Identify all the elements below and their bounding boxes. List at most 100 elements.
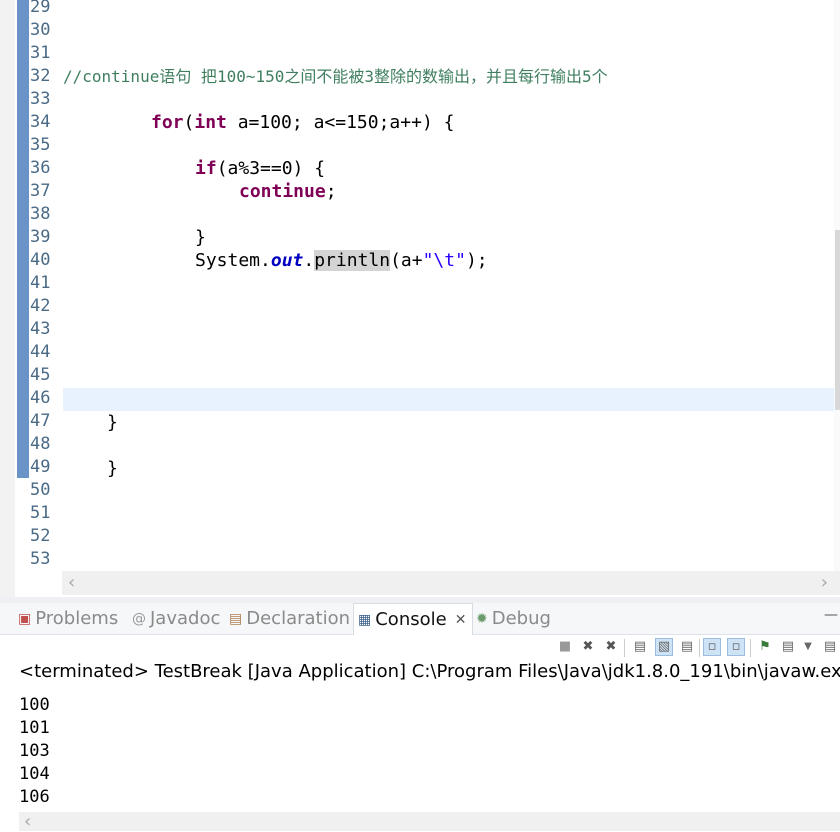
line-number: 40: [30, 250, 51, 270]
code-line-close-method: }: [107, 412, 118, 433]
code-token: (a%3==0) {: [216, 158, 326, 179]
keyword-for: for: [151, 112, 184, 133]
tab-console[interactable]: ▦ Console ✕: [353, 603, 474, 635]
line-number: 34: [30, 112, 51, 132]
code-token: (a+: [390, 250, 423, 271]
line-number: 32: [30, 66, 51, 86]
static-field-out: out: [270, 250, 304, 271]
line-number: 51: [30, 503, 51, 523]
declaration-icon: ▤: [229, 610, 243, 627]
line-number: 33: [30, 89, 51, 109]
clear-console-icon[interactable]: ▤: [632, 639, 648, 655]
console-output-line: 100: [19, 695, 50, 715]
line-number: 48: [30, 434, 51, 454]
code-token: .: [303, 250, 315, 271]
remove-all-terminated-icon[interactable]: ✖: [603, 639, 619, 655]
word-wrap-icon[interactable]: ▤: [679, 639, 695, 655]
code-line-continue: continue;: [239, 180, 337, 203]
keyword-if: if: [195, 158, 217, 179]
scrollbar-thumb[interactable]: [835, 230, 840, 410]
scroll-right-arrow-icon[interactable]: ›: [821, 572, 828, 593]
debug-icon: ✹: [476, 610, 488, 627]
code-token: ;: [325, 181, 337, 202]
line-number: 29: [30, 0, 51, 17]
code-token: (: [183, 112, 195, 133]
editor-horizontal-scrollbar[interactable]: ‹ ›: [62, 571, 840, 595]
code-token: );: [465, 250, 488, 271]
remove-launch-icon[interactable]: ✖: [580, 639, 596, 655]
view-tab-bar: ▣ Problems @ Javadoc ▤ Declaration ▦ Console…: [0, 603, 840, 635]
show-on-stdout-icon[interactable]: ▫: [703, 638, 721, 656]
keyword-continue: continue: [239, 181, 326, 202]
console-output-line: 104: [19, 764, 50, 784]
toolbar-separator: [624, 639, 625, 657]
line-number: 36: [30, 158, 51, 178]
console-toolbar: ■ ✖ ✖ ▤ ▧ ▤ ▫ ▫ ⚑ ▤ ▼ ▤: [0, 635, 840, 660]
problems-icon: ▣: [18, 610, 32, 627]
code-editor[interactable]: 29 30 31 32 33 34 35 36 37 38 39 40 41 4…: [0, 0, 840, 597]
line-number: 47: [30, 411, 51, 431]
view-menu-icon[interactable]: —: [824, 607, 838, 623]
console-output[interactable]: """""""""""""" 100 101 103 104 106: [19, 684, 840, 812]
open-console-icon[interactable]: ▤: [822, 639, 838, 655]
tab-label: Debug: [491, 608, 551, 629]
show-on-stderr-icon[interactable]: ▫: [727, 638, 745, 656]
line-number: 41: [30, 273, 51, 293]
line-number: 49: [30, 457, 51, 477]
close-icon[interactable]: ✕: [455, 612, 467, 628]
code-line-close-if: }: [195, 227, 206, 248]
code-token: System.: [195, 250, 271, 271]
line-number: 46: [30, 388, 51, 408]
tab-label: Javadoc: [150, 608, 221, 629]
console-output-line: 103: [19, 741, 50, 761]
toolbar-separator: [699, 639, 700, 657]
line-number: 52: [30, 526, 51, 546]
console-output-line: 106: [19, 787, 50, 807]
console-process-label: <terminated> TestBreak [Java Application…: [19, 661, 840, 682]
string-literal: "\t": [422, 250, 466, 271]
tab-declaration[interactable]: ▤ Declaration: [229, 603, 350, 634]
toolbar-separator: [750, 639, 751, 657]
editor-vertical-scrollbar[interactable]: [834, 0, 840, 575]
scroll-left-arrow-icon[interactable]: ‹: [68, 572, 75, 593]
line-number: 39: [30, 227, 51, 247]
line-number: 50: [30, 480, 51, 500]
code-line-println: System.out.println(a+"\t");: [195, 249, 488, 272]
line-number: 43: [30, 319, 51, 339]
keyword-int: int: [194, 112, 227, 133]
line-number: 53: [30, 549, 51, 569]
tab-debug[interactable]: ✹ Debug: [476, 603, 551, 634]
display-console-icon[interactable]: ▤: [780, 639, 796, 655]
javadoc-icon: @: [132, 610, 146, 627]
tab-label: Declaration: [246, 608, 351, 629]
terminate-icon[interactable]: ■: [557, 639, 573, 655]
console-horizontal-scrollbar[interactable]: ‹: [19, 811, 840, 832]
code-text-area[interactable]: //continue语句 把100~150之间不能被3整除的数输出，并且每行输出…: [63, 0, 840, 575]
chevron-down-icon[interactable]: ▼: [800, 639, 816, 655]
occurrence-highlight-println: println: [314, 250, 391, 271]
code-comment: //continue语句 把100~150之间不能被3整除的数输出，并且每行输出…: [63, 67, 608, 86]
scroll-lock-icon[interactable]: ▧: [655, 638, 673, 656]
scroll-left-arrow-icon[interactable]: ‹: [24, 811, 31, 832]
pin-console-icon[interactable]: ⚑: [757, 639, 773, 655]
line-number: 38: [30, 204, 51, 224]
code-line-if: if(a%3==0) {: [195, 157, 325, 180]
line-number: 45: [30, 365, 51, 385]
code-line-for: for(int a=100; a<=150;a++) {: [151, 111, 454, 134]
line-number: 42: [30, 296, 51, 316]
line-number: 37: [30, 181, 51, 201]
tab-problems[interactable]: ▣ Problems: [18, 603, 118, 634]
tab-label: Console: [375, 609, 447, 630]
line-number-gutter[interactable]: 29 30 31 32 33 34 35 36 37 38 39 40 41 4…: [28, 0, 62, 575]
editor-left-ruler: [0, 0, 15, 597]
line-number: 44: [30, 342, 51, 362]
console-output-line: 101: [19, 718, 50, 738]
tab-label: Problems: [35, 608, 119, 629]
line-number: 35: [30, 135, 51, 155]
tab-javadoc[interactable]: @ Javadoc: [132, 603, 220, 634]
line-number: 30: [30, 20, 51, 40]
console-icon: ▦: [358, 611, 372, 628]
code-line-close-class: }: [107, 458, 118, 479]
line-number: 31: [30, 43, 51, 63]
code-token: a=100; a<=150;a++) {: [226, 112, 455, 133]
